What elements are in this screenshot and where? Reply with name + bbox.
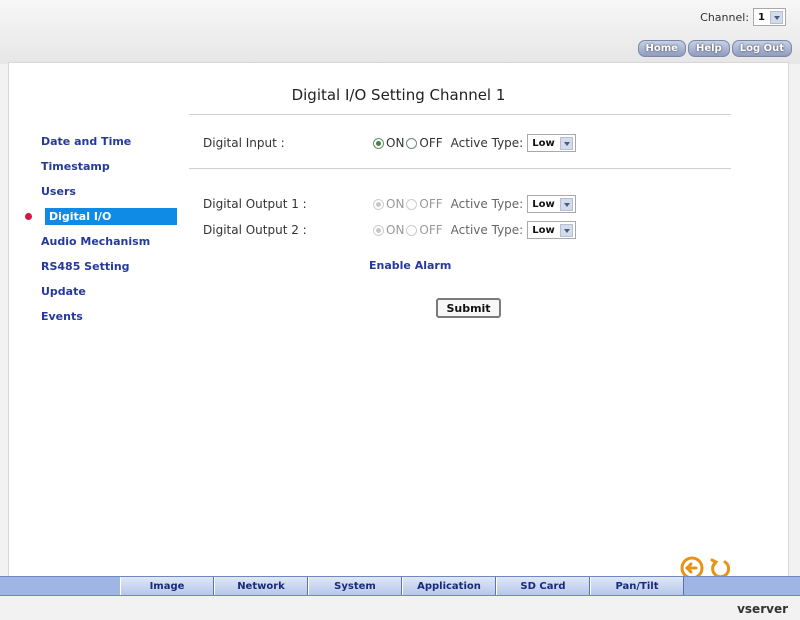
chevron-down-icon: [559, 223, 573, 237]
chevron-down-icon: [559, 136, 573, 150]
top-nav: Home Help Log Out: [637, 40, 792, 57]
tab-system[interactable]: System: [308, 577, 402, 595]
brand-label: vserver: [737, 602, 788, 616]
digital-output-1-active-type-select[interactable]: Low: [527, 195, 576, 213]
digital-input-off-radio[interactable]: [406, 137, 418, 149]
digital-output-2-active-type-label: Active Type:: [450, 223, 524, 237]
digital-output-1-off-radio[interactable]: [406, 198, 418, 210]
active-bullet-icon: [25, 213, 32, 220]
bottom-tabs: Image Network System Application SD Card…: [120, 577, 684, 595]
digital-output-2-active-type-select[interactable]: Low: [527, 221, 576, 239]
digital-output-2-on-radio[interactable]: [373, 224, 384, 236]
tab-network[interactable]: Network: [214, 577, 308, 595]
digital-output-2-off-label: OFF: [419, 223, 443, 237]
logout-button[interactable]: Log Out: [731, 40, 792, 57]
sidebar-item-audio-mechanism[interactable]: Audio Mechanism: [41, 229, 177, 254]
digital-input-active-type-label: Active Type:: [450, 136, 524, 150]
sidebar-item-users[interactable]: Users: [41, 179, 177, 204]
digital-output-2-row: Digital Output 2 : ON OFF Active Type: L…: [203, 221, 576, 239]
chevron-down-icon: [559, 197, 573, 211]
digital-output-1-off-label: OFF: [419, 197, 443, 211]
digital-input-on-label: ON: [386, 136, 405, 150]
digital-output-1-row: Digital Output 1 : ON OFF Active Type: L…: [203, 195, 576, 213]
sidebar-item-digital-io[interactable]: Digital I/O: [25, 204, 177, 229]
digital-input-label: Digital Input :: [203, 136, 285, 150]
sidebar: Date and Time Timestamp Users Digital I/…: [25, 129, 177, 329]
digital-output-2-off-radio[interactable]: [406, 224, 418, 236]
digital-output-2-label: Digital Output 2 :: [203, 223, 307, 237]
home-button[interactable]: Home: [637, 40, 686, 57]
tab-sd-card[interactable]: SD Card: [496, 577, 590, 595]
digital-input-row: Digital Input : ON OFF Active Type: Low: [203, 134, 576, 152]
channel-label: Channel:: [700, 10, 750, 24]
digital-output-1-on-label: ON: [386, 197, 405, 211]
digital-output-1-on-radio[interactable]: [373, 198, 384, 210]
tab-image[interactable]: Image: [120, 577, 214, 595]
digital-input-active-type-select[interactable]: Low: [527, 134, 576, 152]
digital-input-on-radio[interactable]: [373, 137, 384, 149]
sidebar-item-date-time[interactable]: Date and Time: [41, 129, 177, 154]
enable-alarm-link[interactable]: Enable Alarm: [369, 259, 451, 272]
digital-input-off-label: OFF: [419, 136, 443, 150]
bottom-tab-bar: Image Network System Application SD Card…: [0, 576, 800, 596]
top-bar: Channel: 1 Home Help Log Out: [0, 0, 800, 64]
sidebar-item-update[interactable]: Update: [41, 279, 177, 304]
main-panel: Digital I/O Setting Channel 1 Date and T…: [8, 62, 789, 580]
digital-output-1-active-type-label: Active Type:: [450, 197, 524, 211]
submit-button[interactable]: Submit: [436, 298, 501, 318]
channel-select[interactable]: 1: [753, 8, 786, 26]
divider: [189, 168, 731, 169]
channel-selector-group: Channel: 1: [700, 8, 786, 26]
sidebar-item-rs485-setting[interactable]: RS485 Setting: [41, 254, 177, 279]
tab-application[interactable]: Application: [402, 577, 496, 595]
digital-output-2-on-label: ON: [386, 223, 405, 237]
page-title: Digital I/O Setting Channel 1: [291, 86, 506, 104]
digital-output-1-label: Digital Output 1 :: [203, 197, 307, 211]
sidebar-item-timestamp[interactable]: Timestamp: [41, 154, 177, 179]
help-button[interactable]: Help: [687, 40, 730, 57]
tab-pan-tilt[interactable]: Pan/Tilt: [590, 577, 684, 595]
sidebar-item-events[interactable]: Events: [41, 304, 177, 329]
chevron-down-icon: [770, 10, 783, 24]
divider: [189, 114, 731, 115]
channel-select-value: 1: [758, 11, 765, 23]
